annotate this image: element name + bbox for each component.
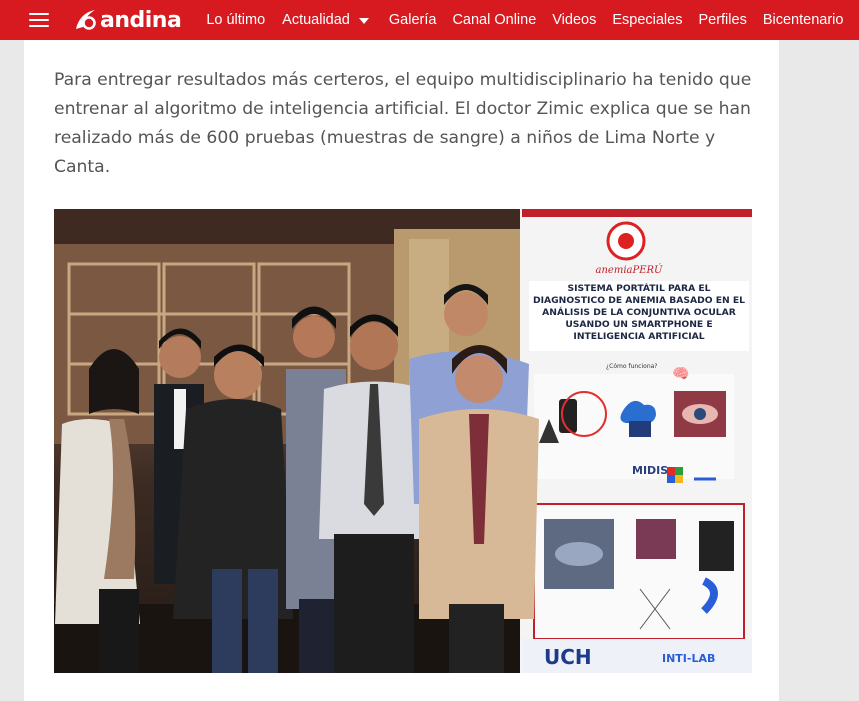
andina-logo-icon (76, 10, 96, 30)
logo-text: andina (100, 7, 182, 33)
banner-footer-right: INTI-LAB (662, 652, 715, 665)
nav-canal-online[interactable]: Canal Online (452, 12, 536, 28)
nav-actualidad[interactable]: Actualidad (282, 12, 369, 28)
article-body: Para entregar resultados más certeros, e… (24, 40, 779, 701)
article-photo: anemiaPERÚ SISTEMA PORTÁTIL PARA EL DIAG… (54, 209, 752, 673)
site-logo[interactable]: andina (73, 0, 182, 40)
top-navigation-bar: andina Lo último Actualidad Galería Cana… (0, 0, 859, 40)
main-nav: Lo último Actualidad Galería Canal Onlin… (206, 0, 843, 40)
nav-lo-ultimo[interactable]: Lo último (206, 12, 265, 28)
nav-especiales[interactable]: Especiales (612, 12, 682, 28)
nav-galeria[interactable]: Galería (389, 12, 437, 28)
nav-bicentenario[interactable]: Bicentenario (763, 12, 844, 28)
banner-brand: anemiaPERÚ (596, 264, 664, 276)
article-paragraph: Para entregar resultados más certeros, e… (54, 70, 752, 177)
anemia-banner: anemiaPERÚ SISTEMA PORTÁTIL PARA EL DIAG… (520, 209, 752, 673)
chevron-down-icon (358, 18, 369, 24)
banner-question: ¿Cómo funciona? (606, 363, 658, 370)
nav-videos[interactable]: Videos (552, 12, 596, 28)
nav-actualidad-label: Actualidad (282, 12, 350, 28)
menu-icon[interactable] (29, 13, 49, 27)
svg-text:🧠: 🧠 (672, 366, 689, 382)
photo-illustration: anemiaPERÚ SISTEMA PORTÁTIL PARA EL DIAG… (54, 209, 752, 673)
banner-footer-left: UCH (544, 645, 592, 669)
banner-title: SISTEMA PORTÁTIL PARA EL DIAGNOSTICO DE … (532, 283, 746, 342)
nav-perfiles[interactable]: Perfiles (698, 12, 746, 28)
banner-midis: MIDIS (632, 464, 668, 477)
